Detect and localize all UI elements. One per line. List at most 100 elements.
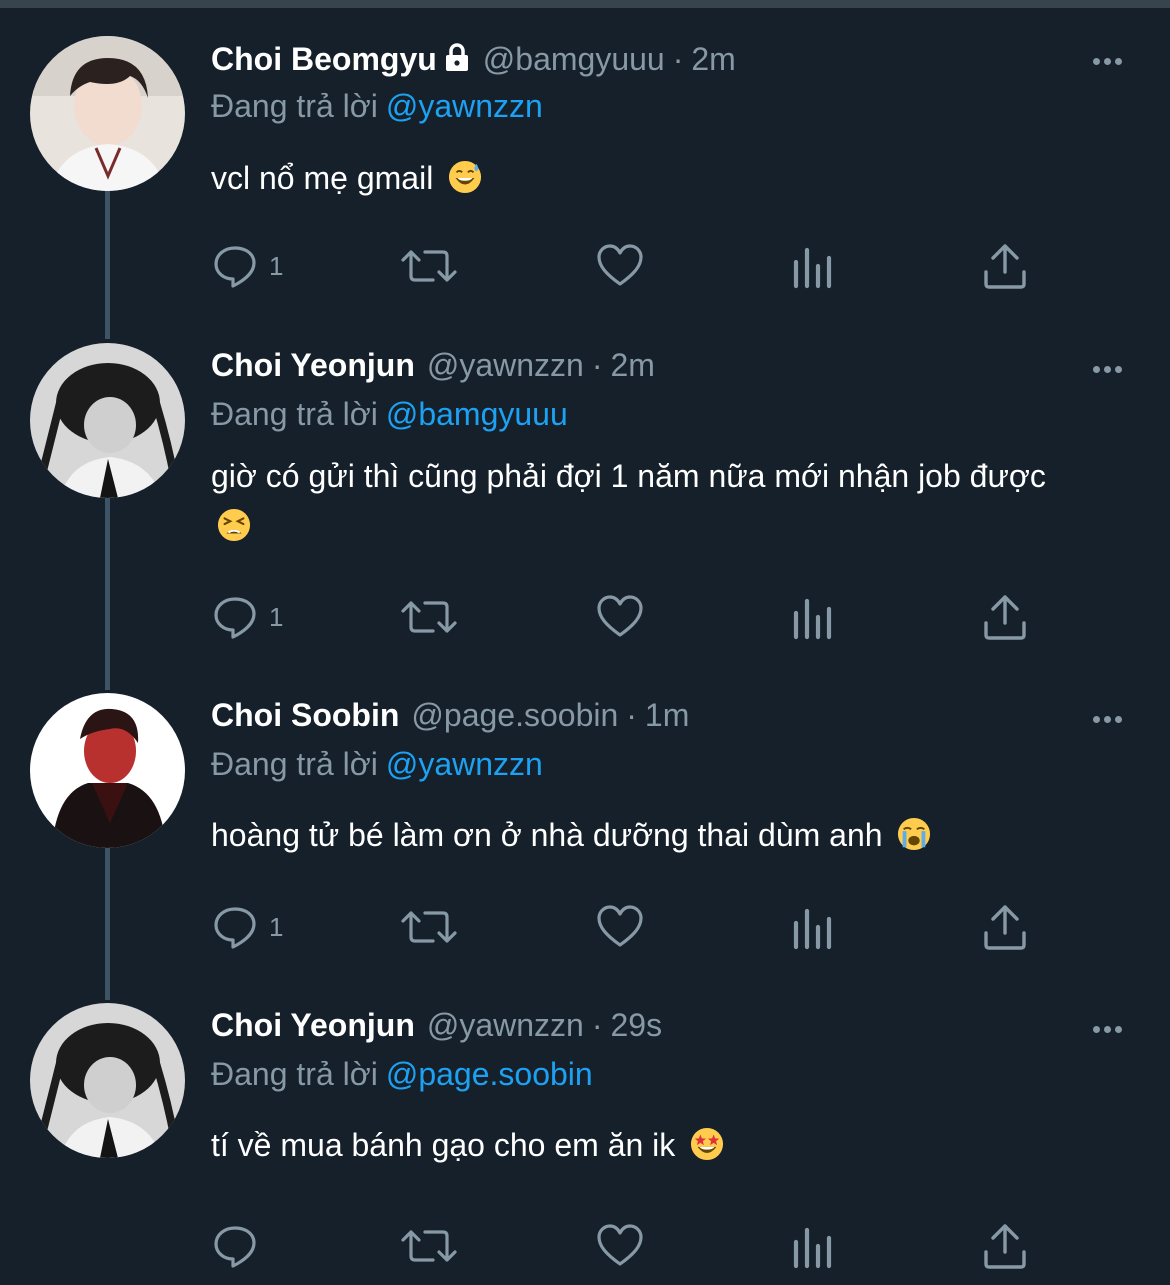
like-button[interactable] bbox=[596, 902, 644, 952]
mention-link[interactable]: @page.soobin bbox=[386, 1056, 593, 1092]
more-icon[interactable] bbox=[1085, 704, 1129, 734]
more-icon[interactable] bbox=[1085, 1014, 1129, 1044]
timestamp[interactable]: 2m bbox=[691, 41, 735, 78]
analytics-icon bbox=[791, 593, 835, 641]
display-name[interactable]: Choi Yeonjun bbox=[211, 347, 415, 384]
tweet-text: giờ có gửi thì cũng phải đợi 1 năm nữa m… bbox=[211, 451, 1061, 551]
reply-button[interactable]: 1 bbox=[211, 241, 283, 291]
retweet-button[interactable] bbox=[399, 592, 459, 642]
avatar[interactable] bbox=[30, 693, 185, 848]
user-handle[interactable]: @bamgyuuu bbox=[483, 41, 665, 78]
star-struck-emoji bbox=[691, 1127, 724, 1161]
replying-label: Đang trả lời bbox=[211, 746, 378, 782]
more-icon[interactable] bbox=[1085, 46, 1129, 76]
heart-icon bbox=[596, 1222, 644, 1270]
timestamp[interactable]: 1m bbox=[645, 697, 689, 734]
retweet-icon bbox=[399, 903, 459, 951]
reply-icon bbox=[211, 242, 259, 290]
more-icon[interactable] bbox=[1085, 354, 1129, 384]
replying-label: Đang trả lời bbox=[211, 396, 378, 432]
reply-icon bbox=[211, 903, 259, 951]
reply-button[interactable] bbox=[211, 1221, 269, 1271]
separator-dot: · bbox=[626, 697, 637, 733]
share-button[interactable] bbox=[981, 1221, 1029, 1271]
tweet-item[interactable]: Choi Yeonjun @yawnzzn · 29s Đang trả lời… bbox=[0, 998, 1170, 1285]
reply-icon bbox=[211, 1222, 259, 1270]
tweet-text-content: tí về mua bánh gạo cho em ăn ik bbox=[211, 1127, 676, 1163]
replying-label: Đang trả lời bbox=[211, 1056, 378, 1092]
mention-link[interactable]: @bamgyuuu bbox=[386, 396, 568, 432]
separator-dot: · bbox=[672, 41, 684, 77]
share-icon bbox=[981, 242, 1029, 290]
replying-to: Đang trả lời @yawnzzn bbox=[211, 746, 543, 783]
user-handle[interactable]: @yawnzzn bbox=[427, 1007, 584, 1044]
timestamp[interactable]: 2m bbox=[611, 347, 655, 384]
retweet-icon bbox=[399, 593, 459, 641]
thread-connector-line bbox=[105, 848, 110, 1000]
reply-count: 1 bbox=[269, 911, 284, 942]
views-button[interactable] bbox=[791, 902, 835, 952]
share-button[interactable] bbox=[981, 902, 1029, 952]
user-handle[interactable]: @yawnzzn bbox=[427, 347, 584, 384]
retweet-icon bbox=[399, 242, 459, 290]
views-button[interactable] bbox=[791, 1221, 835, 1271]
loudly-crying-emoji bbox=[898, 817, 931, 851]
timestamp[interactable]: 29s bbox=[611, 1007, 663, 1044]
thread-connector-line bbox=[105, 191, 110, 339]
thread-connector-line bbox=[105, 498, 110, 690]
tweet-actions: 1 bbox=[211, 902, 1051, 952]
tweet-actions: 1 bbox=[211, 241, 1051, 291]
retweet-button[interactable] bbox=[399, 1221, 459, 1271]
heart-icon bbox=[596, 903, 644, 951]
tweet-item[interactable]: Choi Yeonjun @yawnzzn · 2m Đang trả lời @… bbox=[0, 338, 1170, 690]
retweet-button[interactable] bbox=[399, 902, 459, 952]
like-button[interactable] bbox=[596, 241, 644, 291]
heart-icon bbox=[596, 242, 644, 290]
reply-button[interactable]: 1 bbox=[211, 902, 283, 952]
tweet-header: Choi Yeonjun @yawnzzn · 29s bbox=[211, 1007, 662, 1051]
display-name[interactable]: Choi Beomgyu bbox=[211, 41, 437, 78]
retweet-button[interactable] bbox=[399, 241, 459, 291]
analytics-icon bbox=[791, 903, 835, 951]
analytics-icon bbox=[791, 242, 835, 290]
lock-icon bbox=[443, 42, 471, 72]
tweet-item[interactable]: Choi Soobin @page.soobin · 1m Đang trả l… bbox=[0, 688, 1170, 1000]
replying-to: Đang trả lời @yawnzzn bbox=[211, 88, 543, 125]
reply-button[interactable]: 1 bbox=[211, 592, 283, 642]
reply-count: 1 bbox=[269, 250, 284, 281]
tweet-text-content: giờ có gửi thì cũng phải đợi 1 năm nữa m… bbox=[211, 458, 1046, 494]
tweet-header: Choi Yeonjun @yawnzzn · 2m bbox=[211, 347, 655, 391]
share-icon bbox=[981, 593, 1029, 641]
top-divider bbox=[0, 0, 1170, 8]
avatar[interactable] bbox=[30, 343, 185, 498]
replying-label: Đang trả lời bbox=[211, 88, 378, 124]
views-button[interactable] bbox=[791, 241, 835, 291]
share-button[interactable] bbox=[981, 241, 1029, 291]
reply-icon bbox=[211, 593, 259, 641]
avatar[interactable] bbox=[30, 1003, 185, 1158]
user-handle[interactable]: @page.soobin bbox=[411, 697, 618, 734]
avatar[interactable] bbox=[30, 36, 185, 191]
mention-link[interactable]: @yawnzzn bbox=[386, 88, 543, 124]
tweet-actions: 1 bbox=[211, 592, 1051, 642]
display-name[interactable]: Choi Soobin bbox=[211, 697, 399, 734]
display-name[interactable]: Choi Yeonjun bbox=[211, 1007, 415, 1044]
tweet-text-content: vcl nổ mẹ gmail bbox=[211, 160, 434, 196]
like-button[interactable] bbox=[596, 592, 644, 642]
replying-to: Đang trả lời @page.soobin bbox=[211, 1056, 593, 1093]
like-button[interactable] bbox=[596, 1221, 644, 1271]
tweet-header: Choi Beomgyu @bamgyuuu · 2m bbox=[211, 40, 736, 84]
views-button[interactable] bbox=[791, 592, 835, 642]
mention-link[interactable]: @yawnzzn bbox=[386, 746, 543, 782]
tired-face-emoji bbox=[217, 508, 251, 542]
grinning-sweat-emoji bbox=[449, 160, 482, 194]
tweet-header: Choi Soobin @page.soobin · 1m bbox=[211, 697, 689, 741]
tweet-item[interactable]: Choi Beomgyu @bamgyuuu · 2m Đang trả lời… bbox=[0, 8, 1170, 339]
tweet-text-content: hoàng tử bé làm ơn ở nhà dưỡng thai dùm … bbox=[211, 817, 883, 853]
analytics-icon bbox=[791, 1222, 835, 1270]
replying-to: Đang trả lời @bamgyuuu bbox=[211, 396, 568, 433]
share-button[interactable] bbox=[981, 592, 1029, 642]
reply-count: 1 bbox=[269, 601, 284, 632]
tweet-text: tí về mua bánh gạo cho em ăn ik bbox=[211, 1120, 1111, 1170]
heart-icon bbox=[596, 593, 644, 641]
